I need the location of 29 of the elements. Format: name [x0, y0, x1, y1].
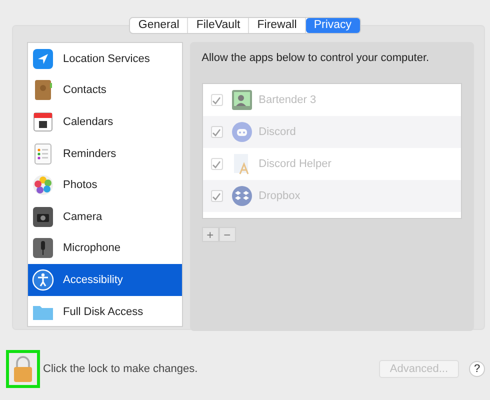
sidebar-item[interactable]: Location Services — [28, 43, 182, 75]
sidebar-item[interactable]: Camera — [28, 200, 182, 233]
lock-hint-text: Click the lock to make changes. — [43, 363, 198, 375]
microphone-icon — [32, 237, 54, 260]
checkmark-icon — [212, 128, 222, 136]
padlock-icon[interactable] — [12, 355, 34, 383]
sidebar-item[interactable]: Accessibility — [28, 264, 182, 296]
checkmark-icon — [212, 192, 222, 200]
box-icon — [230, 185, 253, 207]
checkmark-icon — [212, 96, 222, 104]
sidebar-item[interactable]: Calendars — [28, 106, 182, 138]
chat-bubble-icon — [230, 121, 253, 143]
description-text: Allow the apps below to control your computer. — [202, 52, 430, 64]
tab[interactable]: FileVault — [188, 18, 250, 33]
address-book-icon — [32, 79, 54, 102]
calendar-icon — [32, 110, 54, 133]
camera-icon — [32, 206, 54, 228]
accessibility-icon — [32, 268, 54, 291]
app-window-icon — [230, 89, 253, 111]
sidebar-item[interactable]: Contacts — [28, 74, 182, 106]
tab[interactable]: Privacy — [306, 18, 360, 33]
sidebar-item[interactable]: Photos — [28, 169, 182, 201]
sidebar-item[interactable]: Reminders — [28, 138, 182, 170]
flower-icon — [32, 174, 54, 196]
checkmark-icon — [212, 160, 222, 168]
sidebar-item[interactable]: Full Disk Access — [28, 296, 182, 328]
checklist-icon — [32, 142, 54, 165]
sidebar-item[interactable]: Microphone — [28, 232, 182, 264]
help-button[interactable]: ? — [469, 361, 485, 377]
